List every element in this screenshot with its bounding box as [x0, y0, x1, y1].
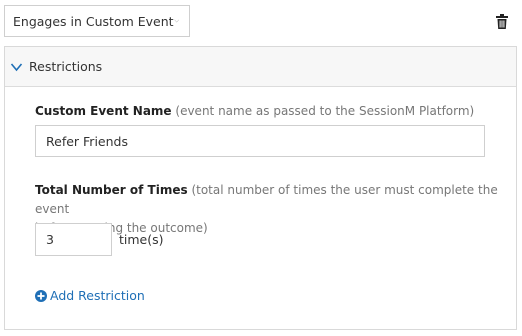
total-times-input[interactable]	[35, 223, 112, 256]
custom-event-name-label-text: Custom Event Name	[35, 104, 172, 118]
chevron-down-icon	[174, 19, 179, 23]
restrictions-body: Custom Event Name (event name as passed …	[5, 87, 516, 329]
custom-event-name-hint: (event name as passed to the SessionM Pl…	[175, 104, 475, 118]
chevron-down-icon	[10, 62, 23, 71]
custom-event-name-label: Custom Event Name (event name as passed …	[35, 102, 474, 121]
event-type-select[interactable]: Engages in Custom Event	[4, 5, 190, 37]
custom-event-name-input[interactable]	[35, 125, 485, 157]
event-type-selected-value: Engages in Custom Event	[13, 13, 174, 29]
restrictions-title: Restrictions	[29, 59, 103, 74]
add-restriction-label: Add Restriction	[50, 288, 145, 303]
total-times-label-text: Total Number of Times	[35, 183, 188, 197]
restrictions-toggle[interactable]: Restrictions	[5, 47, 516, 87]
add-restriction-button[interactable]: Add Restriction	[35, 288, 145, 303]
plus-circle-icon	[35, 289, 47, 302]
total-times-unit: time(s)	[119, 232, 164, 247]
trash-icon[interactable]	[495, 14, 509, 30]
restrictions-panel: Restrictions Custom Event Name (event na…	[4, 46, 517, 330]
